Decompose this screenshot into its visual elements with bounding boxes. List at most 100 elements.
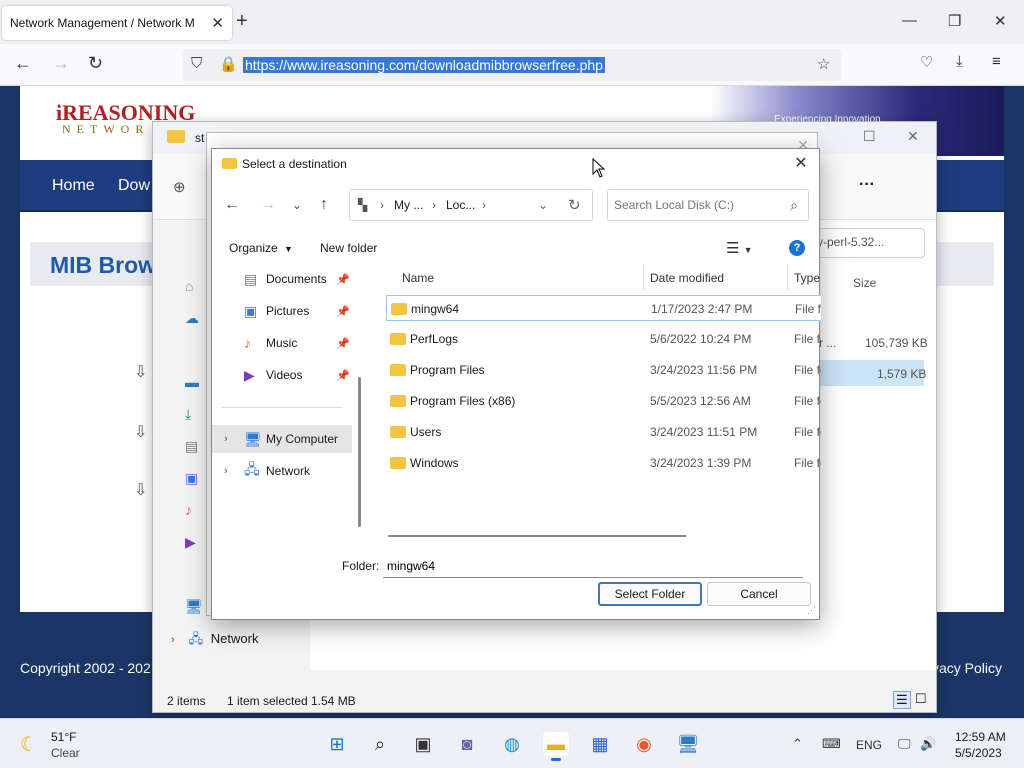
file-row-mingw64[interactable]: mingw64 1/17/2023 2:47 PM File fo <box>386 295 821 321</box>
close-icon[interactable]: ✕ <box>791 153 811 173</box>
language-indicator[interactable]: ENG <box>856 738 882 752</box>
firefox-icon[interactable]: ◉ <box>631 732 657 756</box>
search-input[interactable] <box>614 196 774 214</box>
bookmark-star-icon[interactable]: ☆ <box>817 55 830 73</box>
address-bar[interactable]: ⛉ 🔒 https://www.ireasoning.com/downloadm… <box>183 49 841 81</box>
pin-icon[interactable]: 📌 <box>336 337 350 350</box>
computer-icon[interactable]: 🖥 <box>185 598 203 615</box>
help-icon[interactable]: ? <box>789 240 805 256</box>
pin-icon[interactable]: 📌 <box>336 273 350 286</box>
quick-access-documents[interactable]: ▤ Documents 📌 <box>212 265 352 293</box>
edge-icon[interactable]: ◍ <box>499 732 525 756</box>
back-icon[interactable]: ← <box>224 196 240 214</box>
organize-button[interactable]: Organize ▼ <box>229 241 293 255</box>
explorer-search-text[interactable]: y-perl-5.32... <box>817 235 884 249</box>
close-tab-icon[interactable]: ✕ <box>211 14 224 32</box>
chevron-down-icon[interactable]: ⌄ <box>292 198 302 212</box>
menu-icon[interactable]: ≡ <box>992 53 1001 70</box>
music-icon[interactable]: ♪ <box>185 502 192 518</box>
back-icon[interactable]: ← <box>14 53 32 74</box>
file-row-program-files-x86[interactable]: Program Files (x86) 5/5/2023 12:56 AM Fi… <box>386 388 821 414</box>
volume-icon[interactable]: 🔊 <box>920 736 936 752</box>
shield-icon[interactable]: ⛉ <box>191 55 202 72</box>
up-icon[interactable]: ↑ <box>320 196 328 214</box>
file-explorer-icon[interactable]: ▬ <box>543 732 569 761</box>
close-icon[interactable]: ✕ <box>907 128 919 145</box>
forward-icon[interactable]: → <box>260 196 276 214</box>
explorer-nav-network[interactable]: › 🖧 Network <box>171 630 258 652</box>
site-nav-home[interactable]: Home <box>52 177 95 195</box>
new-icon[interactable]: ⊕ <box>173 178 186 196</box>
size-column-header[interactable]: Size <box>853 276 876 290</box>
file-row-users[interactable]: Users 3/24/2023 11:51 PM File fo <box>386 419 821 445</box>
home-icon[interactable]: ⌂ <box>185 278 193 294</box>
privacy-link[interactable]: vacy Policy <box>932 660 1002 676</box>
chevron-down-icon[interactable]: ⌄ <box>538 198 548 212</box>
column-type[interactable]: Type <box>794 271 820 285</box>
quick-access-music[interactable]: ♪ Music 📌 <box>212 329 352 357</box>
view-options-icon[interactable]: ☰ ▼ <box>726 239 753 257</box>
search-icon[interactable]: ⌕ <box>790 197 798 214</box>
folder-name-field[interactable] <box>383 554 803 578</box>
chevron-right-icon[interactable]: › <box>224 433 228 445</box>
tree-item-network[interactable]: › 🖧 Network <box>212 457 352 485</box>
pocket-icon[interactable]: ♡ <box>920 53 933 71</box>
column-date-modified[interactable]: Date modified <box>650 271 724 285</box>
browser-tab[interactable]: Network Management / Network M ✕ <box>2 6 232 40</box>
clock-time[interactable]: 12:59 AM <box>955 730 1006 744</box>
download-icon[interactable]: ⇩ <box>134 480 147 500</box>
quick-access-videos[interactable]: ▶ Videos 📌 <box>212 361 352 389</box>
file-row-perflogs[interactable]: PerfLogs 5/6/2022 10:24 PM File fo <box>386 326 821 352</box>
start-icon[interactable]: ⊞ <box>324 732 350 756</box>
url-text[interactable]: https://www.ireasoning.com/downloadmibbr… <box>243 57 605 73</box>
more-options-icon[interactable]: ··· <box>859 176 875 194</box>
column-divider[interactable] <box>787 265 788 291</box>
column-name[interactable]: Name <box>402 271 434 285</box>
desktop-icon[interactable]: ▬ <box>185 374 199 390</box>
quick-access-pictures[interactable]: ▣ Pictures 📌 <box>212 297 352 325</box>
forward-icon[interactable]: → <box>52 53 70 74</box>
weather-condition[interactable]: Clear <box>51 746 80 760</box>
videos-icon[interactable]: ▶ <box>185 534 196 551</box>
maximize-icon[interactable]: ☐ <box>863 128 876 145</box>
store-icon[interactable]: ▦ <box>587 732 613 756</box>
select-folder-button[interactable]: Select Folder <box>598 582 702 606</box>
refresh-icon[interactable]: ↻ <box>568 196 581 214</box>
breadcrumb-item[interactable]: My ... <box>394 198 423 212</box>
search-box[interactable]: ⌕ <box>607 189 809 221</box>
close-window-icon[interactable]: ✕ <box>994 12 1007 30</box>
tree-item-my-computer[interactable]: › 🖥 My Computer <box>212 425 352 453</box>
clock-date[interactable]: 5/5/2023 <box>955 746 1002 760</box>
minimize-icon[interactable]: — <box>902 12 917 29</box>
download-icon[interactable]: ⇩ <box>134 422 147 442</box>
chevron-right-icon[interactable]: › <box>171 634 175 646</box>
task-view-icon[interactable]: ▣ <box>410 732 436 756</box>
details-view-icon[interactable]: ☰ <box>893 691 911 709</box>
tiles-view-icon[interactable]: ☐ <box>915 691 927 707</box>
pin-icon[interactable]: 📌 <box>336 369 350 382</box>
network-icon[interactable]: 🖵 <box>898 736 911 752</box>
file-row-windows[interactable]: Windows 3/24/2023 1:39 PM File fo <box>386 450 821 476</box>
lock-icon[interactable]: 🔒 <box>219 55 238 73</box>
site-nav-download[interactable]: Dow <box>118 177 150 195</box>
downloads-icon[interactable]: ⤓ <box>185 406 191 423</box>
cloud-icon[interactable]: ☁ <box>185 310 199 327</box>
chevron-up-icon[interactable]: ⌃ <box>792 736 803 752</box>
cancel-button[interactable]: Cancel <box>707 582 811 606</box>
search-icon[interactable]: ⌕ <box>367 732 393 756</box>
chevron-right-icon[interactable]: › <box>224 465 228 477</box>
restore-icon[interactable]: ❐ <box>948 12 961 30</box>
moon-icon[interactable]: ☾ <box>20 732 38 757</box>
breadcrumb-item[interactable]: Loc... <box>446 198 475 212</box>
keyboard-icon[interactable]: ⌨ <box>822 736 841 752</box>
pin-icon[interactable]: 📌 <box>336 305 350 318</box>
breadcrumb[interactable]: ▚ › My ... › Loc... › ⌄ <box>349 189 593 221</box>
downloads-icon[interactable]: ⤓ <box>956 53 963 70</box>
nav-scrollbar[interactable] <box>358 377 361 527</box>
new-tab-icon[interactable]: + <box>236 10 248 33</box>
reload-icon[interactable]: ↻ <box>88 53 103 74</box>
file-row-program-files[interactable]: Program Files 3/24/2023 11:56 PM File fo <box>386 357 821 383</box>
download-icon[interactable]: ⇩ <box>134 362 147 382</box>
pictures-icon[interactable]: ▣ <box>185 470 198 487</box>
resize-grip-icon[interactable]: ⋰ <box>807 605 816 616</box>
